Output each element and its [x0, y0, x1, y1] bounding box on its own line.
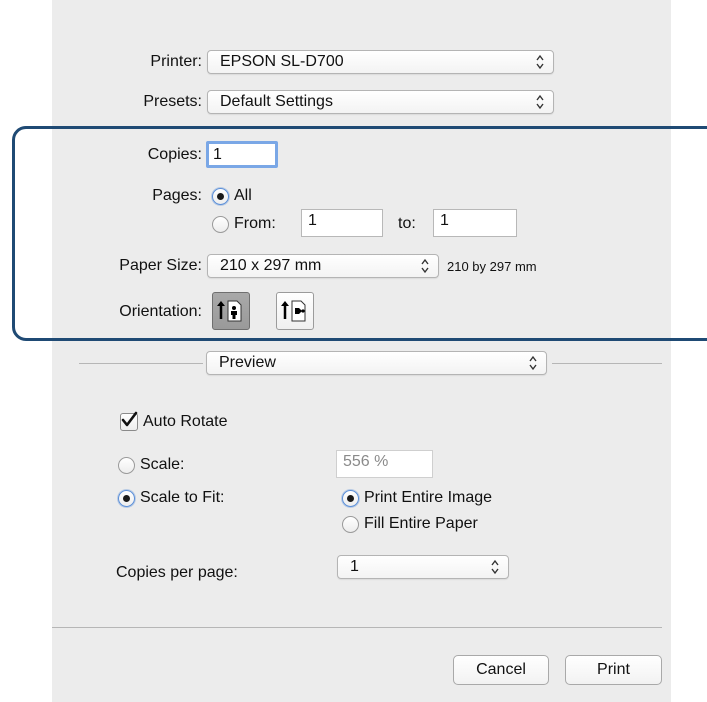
- bottom-separator: [52, 627, 662, 628]
- print-button[interactable]: Print: [565, 655, 662, 685]
- popup-arrows-icon: [491, 559, 499, 575]
- copies-per-page-label: Copies per page:: [116, 564, 238, 581]
- section-value: Preview: [219, 354, 276, 371]
- highlight-frame: [12, 126, 707, 341]
- auto-rotate-checkbox[interactable]: [120, 411, 138, 431]
- scale-field[interactable]: 556 %: [336, 450, 433, 478]
- scale-to-fit-label: Scale to Fit:: [140, 489, 225, 506]
- presets-popup[interactable]: Default Settings: [207, 90, 554, 114]
- popup-arrows-icon: [536, 94, 544, 110]
- section-popup[interactable]: Preview: [206, 351, 547, 375]
- auto-rotate-label: Auto Rotate: [143, 413, 228, 430]
- copies-per-page-value: 1: [350, 558, 359, 575]
- checkmark-icon: [121, 411, 138, 427]
- print-entire-image-label: Print Entire Image: [364, 489, 493, 506]
- scale-radio[interactable]: [118, 457, 135, 474]
- print-entire-image-radio[interactable]: [342, 490, 359, 507]
- scale-to-fit-radio[interactable]: [118, 490, 135, 507]
- copies-per-page-popup[interactable]: 1: [337, 555, 509, 579]
- popup-arrows-icon: [536, 54, 544, 70]
- presets-label: Presets:: [143, 93, 202, 110]
- printer-value: EPSON SL-D700: [220, 53, 344, 70]
- separator-right: [552, 363, 662, 364]
- fill-entire-paper-label: Fill Entire Paper: [364, 515, 478, 532]
- popup-arrows-icon: [529, 355, 537, 371]
- cancel-button[interactable]: Cancel: [453, 655, 549, 685]
- separator-left: [79, 363, 203, 364]
- printer-popup[interactable]: EPSON SL-D700: [207, 50, 554, 74]
- scale-label: Scale:: [140, 456, 185, 473]
- presets-value: Default Settings: [220, 93, 333, 110]
- fill-entire-paper-radio[interactable]: [342, 516, 359, 533]
- printer-label: Printer:: [150, 53, 202, 70]
